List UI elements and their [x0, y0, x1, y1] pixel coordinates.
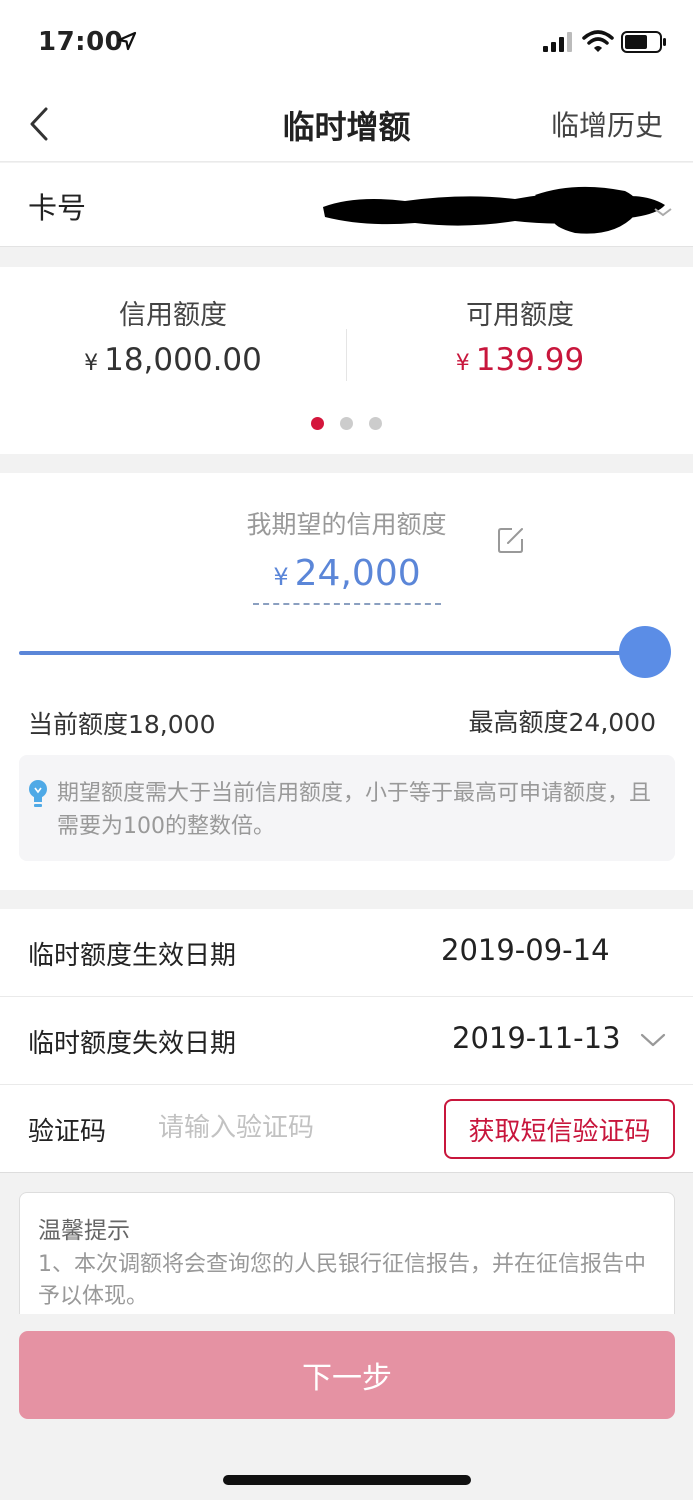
available-limit-block: 可用额度 ¥139.99 [347, 293, 693, 378]
credit-limit-block: 信用额度 ¥18,000.00 [0, 293, 346, 378]
location-arrow-icon [117, 31, 137, 51]
carousel-dot[interactable] [311, 417, 324, 430]
limit-tip-box: 期望额度需大于当前信用额度，小于等于最高可申请额度，且需要为100的整数倍。 [19, 755, 675, 861]
get-sms-code-button[interactable]: 获取短信验证码 [444, 1099, 675, 1159]
carousel-indicator[interactable] [0, 417, 693, 430]
effective-date-label: 临时额度生效日期 [28, 941, 237, 971]
effective-date-row: 临时额度生效日期 2019-09-14 [0, 909, 693, 997]
carousel-dot[interactable] [369, 417, 382, 430]
status-time: 17:00 [38, 27, 124, 57]
wifi-icon [582, 30, 614, 52]
credit-limit-label: 信用额度 [119, 300, 227, 331]
signal-icon [543, 32, 572, 52]
notice-text: 1、本次调额将会查询您的人民银行征信报告，并在征信报告中予以体现。 [38, 1252, 646, 1309]
available-limit-value: ¥139.99 [455, 342, 585, 378]
edit-icon[interactable] [496, 525, 526, 555]
card-selector-row[interactable]: 卡号 [0, 163, 693, 247]
date-and-code-form: 临时额度生效日期 2019-09-14 临时额度失效日期 2019-11-13 … [0, 909, 693, 1173]
expected-limit-panel: 我期望的信用额度 ¥24,000 当前额度18,000 最高额度24,000 期… [0, 473, 693, 890]
carousel-dot[interactable] [340, 417, 353, 430]
credit-limits-panel: 信用额度 ¥18,000.00 可用额度 ¥139.99 [0, 267, 693, 454]
limit-tip-text: 期望额度需大于当前信用额度，小于等于最高可申请额度，且需要为100的整数倍。 [57, 781, 652, 839]
battery-icon [621, 31, 666, 53]
next-step-button[interactable]: 下一步 [19, 1331, 675, 1419]
redacted-card-number [323, 186, 672, 234]
card-number-label: 卡号 [28, 191, 87, 225]
expiry-date-row[interactable]: 临时额度失效日期 2019-11-13 [0, 997, 693, 1085]
expected-limit-label: 我期望的信用额度 [246, 510, 447, 539]
max-limit-label: 最高额度24,000 [468, 708, 656, 737]
credit-limit-value: ¥18,000.00 [84, 342, 262, 378]
verification-code-row: 验证码 获取短信验证码 [0, 1085, 693, 1173]
effective-date-value: 2019-09-14 [441, 933, 610, 967]
lightbulb-icon [29, 780, 47, 807]
nav-bar: 临时增额 临增历史 [0, 88, 693, 162]
available-limit-label: 可用额度 [466, 300, 574, 331]
current-limit-label: 当前额度18,000 [28, 710, 216, 739]
verification-code-label: 验证码 [28, 1117, 107, 1147]
expected-limit-value[interactable]: ¥24,000 [253, 553, 441, 605]
limit-slider-track[interactable] [19, 651, 635, 655]
notice-title: 温馨提示 [38, 1218, 130, 1244]
verification-code-input[interactable] [158, 1105, 428, 1151]
history-link[interactable]: 临增历史 [551, 104, 663, 144]
chevron-down-icon[interactable] [640, 1031, 666, 1049]
expiry-date-label: 临时额度失效日期 [28, 1029, 237, 1059]
home-indicator[interactable] [223, 1475, 471, 1485]
expiry-date-value[interactable]: 2019-11-13 [452, 1021, 621, 1055]
notice-box: 温馨提示 1、本次调额将会查询您的人民银行征信报告，并在征信报告中予以体现。 [19, 1192, 675, 1314]
status-bar: 17:00 [0, 0, 693, 88]
limit-slider-thumb[interactable] [619, 626, 671, 678]
